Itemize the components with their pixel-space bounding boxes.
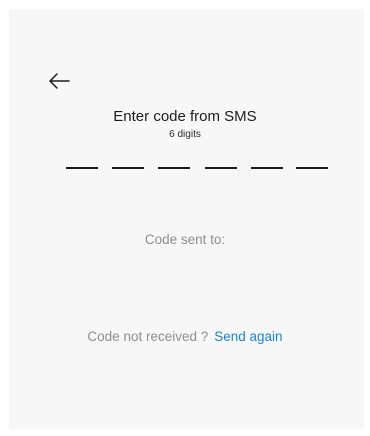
code-not-received-label: Code not received ? [87, 329, 209, 344]
code-digit-4-input[interactable] [205, 151, 237, 169]
code-digit-1-input[interactable] [66, 151, 98, 169]
page-title: Enter code from SMS [113, 108, 257, 125]
arrow-left-icon [49, 73, 70, 89]
back-button[interactable] [47, 70, 73, 92]
code-sent-to-label: Code sent to: [144, 232, 226, 247]
code-length-hint: 6 digits [169, 129, 201, 140]
code-input-group [66, 151, 328, 169]
resend-row: Code not received ? Send again [0, 329, 370, 344]
send-again-link[interactable]: Send again [214, 329, 282, 344]
code-digit-5-input[interactable] [251, 151, 283, 169]
code-digit-3-input[interactable] [158, 151, 190, 169]
code-digit-6-input[interactable] [296, 151, 328, 169]
code-digit-2-input[interactable] [112, 151, 144, 169]
